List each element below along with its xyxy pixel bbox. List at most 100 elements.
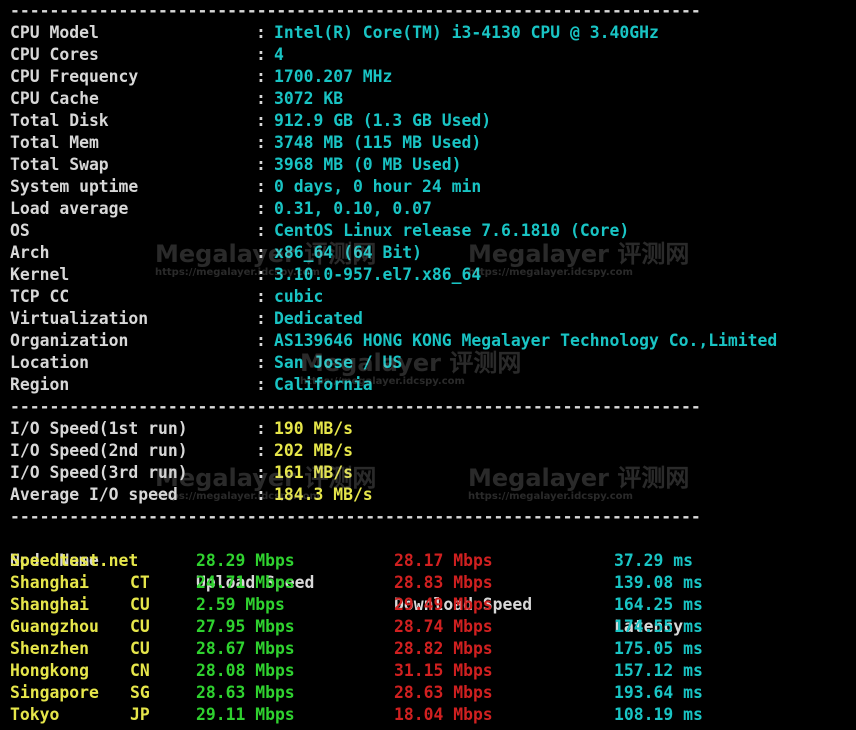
info-label: Load average	[10, 199, 129, 218]
info-value: x86_64 (64 Bit)	[274, 243, 423, 262]
info-value: cubic	[274, 287, 324, 306]
node-name: Singapore	[10, 683, 99, 702]
separator: :	[256, 23, 266, 42]
info-row: CPU Model: Intel(R) Core(TM) i3-4130 CPU …	[10, 22, 856, 44]
latency: 175.05 ms	[614, 639, 703, 658]
separator: :	[256, 287, 266, 306]
info-row: Total Mem:3748 MB (115 MB Used)	[10, 132, 856, 154]
separator: :	[256, 177, 266, 196]
info-value: AS139646 HONG KONG Megalayer Technology …	[274, 331, 778, 350]
info-label: CPU Model	[10, 23, 99, 42]
speedtest-row: Shanghai CT 24.71 Mbps 28.83 Mbps 139.08 ms	[10, 572, 856, 594]
info-value: 3.10.0-957.el7.x86_64	[274, 265, 482, 284]
upload-speed: 27.95 Mbps	[196, 617, 295, 636]
info-value: 1700.207 MHz	[274, 67, 393, 86]
speedtest-section: Node Name Upload Speed Download Speed La…	[10, 528, 856, 726]
node-isp: CU	[130, 595, 150, 614]
info-label: Kernel	[10, 265, 70, 284]
upload-speed: 28.29 Mbps	[196, 551, 295, 570]
node-isp: CU	[130, 617, 150, 636]
speedtest-header: Node Name Upload Speed Download Speed La…	[10, 528, 856, 636]
info-value: CentOS Linux release 7.6.1810 (Core)	[274, 221, 630, 240]
speedtest-row: Guangzhou CU 27.95 Mbps 28.74 Mbps 174.55 ms	[10, 616, 856, 638]
io-row: I/O Speed(1st run):190 MB/s	[10, 418, 856, 440]
info-row: System uptime:0 days, 0 hour 24 min	[10, 176, 856, 198]
separator: :	[256, 89, 266, 108]
info-label: CPU Cores	[10, 45, 99, 64]
separator: :	[256, 353, 266, 372]
speedtest-row: Hongkong CN 28.08 Mbps 31.15 Mbps 157.12 ms	[10, 660, 856, 682]
io-label: I/O Speed(1st run)	[10, 419, 188, 438]
info-value: 3968 MB (0 MB Used)	[274, 155, 462, 174]
speedtest-row: Speedtest.net 28.29 Mbps 28.17 Mbps 37.29 m…	[10, 550, 856, 572]
divider: ----------------------------------------…	[10, 507, 701, 526]
info-label: Location	[10, 353, 89, 372]
separator: :	[256, 155, 266, 174]
node-isp: CU	[130, 639, 150, 658]
info-value: 3072 KB	[274, 89, 344, 108]
info-row: Arch: x86_64 (64 Bit)	[10, 242, 856, 264]
info-label: Total Disk	[10, 111, 109, 130]
info-value: Intel(R) Core(TM) i3-4130 CPU @ 3.40GHz	[274, 23, 659, 42]
io-value: 161 MB/s	[274, 463, 353, 482]
latency: 139.08 ms	[614, 573, 703, 592]
node-name: Shanghai	[10, 573, 89, 592]
upload-speed: 24.71 Mbps	[196, 573, 295, 592]
info-label: Total Swap	[10, 155, 109, 174]
download-speed: 28.82 Mbps	[394, 639, 493, 658]
download-speed: 18.04 Mbps	[394, 705, 493, 724]
info-label: CPU Frequency	[10, 67, 139, 86]
info-value: 912.9 GB (1.3 GB Used)	[274, 111, 492, 130]
separator: :	[256, 67, 266, 86]
upload-speed: 29.11 Mbps	[196, 705, 295, 724]
info-row: Total Disk:912.9 GB (1.3 GB Used)	[10, 110, 856, 132]
latency: 193.64 ms	[614, 683, 703, 702]
separator: :	[256, 265, 266, 284]
divider: ----------------------------------------…	[10, 1, 701, 20]
separator: :	[256, 309, 266, 328]
separator: :	[256, 375, 266, 394]
info-value: 3748 MB (115 MB Used)	[274, 133, 482, 152]
info-value: Dedicated	[274, 309, 363, 328]
upload-speed: 28.67 Mbps	[196, 639, 295, 658]
separator: :	[256, 243, 266, 262]
info-value: 0.31, 0.10, 0.07	[274, 199, 432, 218]
latency: 174.55 ms	[614, 617, 703, 636]
info-row: Location: San Jose / US	[10, 352, 856, 374]
node-name: Shanghai	[10, 595, 89, 614]
upload-speed: 2.59 Mbps	[196, 595, 285, 614]
separator: :	[256, 199, 266, 218]
info-row: Region: California	[10, 374, 856, 396]
latency: 37.29 ms	[614, 551, 693, 570]
io-value: 202 MB/s	[274, 441, 353, 460]
separator: :	[256, 419, 266, 438]
info-row: CPU Cache:3072 KB	[10, 88, 856, 110]
info-label: Total Mem	[10, 133, 99, 152]
separator: :	[256, 111, 266, 130]
io-speed-section: I/O Speed(1st run):190 MB/s I/O Speed(2n…	[10, 418, 856, 506]
node-isp: JP	[130, 705, 150, 724]
info-row: CPU Cores:4	[10, 44, 856, 66]
latency: 164.25 ms	[614, 595, 703, 614]
io-label: I/O Speed(2nd run)	[10, 441, 188, 460]
info-row: Organization: AS139646 HONG KONG Megalaye…	[10, 330, 856, 352]
info-label: TCP CC	[10, 287, 70, 306]
info-row: CPU Frequency:1700.207 MHz	[10, 66, 856, 88]
info-row: Kernel:3.10.0-957.el7.x86_64	[10, 264, 856, 286]
speedtest-row: Tokyo JP 29.11 Mbps 18.04 Mbps 108.19 ms	[10, 704, 856, 726]
io-label: Average I/O speed	[10, 485, 178, 504]
divider: ----------------------------------------…	[10, 397, 701, 416]
node-name: Tokyo	[10, 705, 60, 724]
system-info-section: CPU Model: Intel(R) Core(TM) i3-4130 CPU …	[10, 22, 856, 396]
info-row: Virtualization: Dedicated	[10, 308, 856, 330]
info-value: San Jose / US	[274, 353, 403, 372]
info-label: Organization	[10, 331, 129, 350]
io-label: I/O Speed(3rd run)	[10, 463, 188, 482]
separator: :	[256, 331, 266, 350]
node-name: Guangzhou	[10, 617, 99, 636]
separator: :	[256, 485, 266, 504]
node-name: Shenzhen	[10, 639, 89, 658]
info-row: Total Swap:3968 MB (0 MB Used)	[10, 154, 856, 176]
node-name: Hongkong	[10, 661, 89, 680]
separator: :	[256, 463, 266, 482]
